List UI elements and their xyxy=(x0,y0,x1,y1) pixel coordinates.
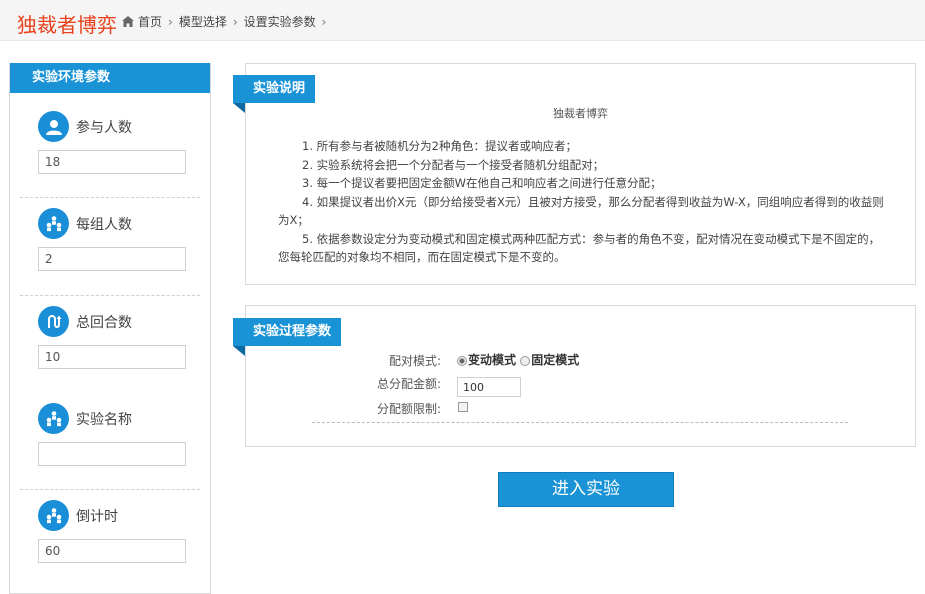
description-panel: 实验说明 独裁者博弈 1. 所有参与者被随机分为2种角色：提议者或响应者； 2.… xyxy=(233,63,916,285)
param-label: 总回合数 xyxy=(76,315,132,331)
description-tag: 实验说明 xyxy=(233,75,316,113)
param-label: 参与人数 xyxy=(76,120,132,136)
environment-params-panel: 实验环境参数 参与人数 每组人数 总回合数 实验名称 倒计时 xyxy=(9,63,211,594)
enter-experiment-button[interactable]: 进入实验 xyxy=(498,472,674,507)
countdown-input[interactable] xyxy=(38,539,186,563)
match-mode-options: 变动模式 固定模式 xyxy=(457,351,579,368)
home-icon xyxy=(122,16,134,27)
participants-input[interactable] xyxy=(38,150,186,174)
limit-label: 分配额限制: xyxy=(376,402,441,416)
match-mode-label: 配对模式: xyxy=(388,354,441,368)
description-lines: 1. 所有参与者被随机分为2种角色：提议者或响应者； 2. 实验系统将会把一个分… xyxy=(278,137,890,267)
divider xyxy=(20,489,200,490)
description-line: 3. 每一个提议者要把固定金额W在他自己和响应者之间进行任意分配； xyxy=(302,176,662,190)
rounds-icon xyxy=(38,306,69,337)
breadcrumb: 首页 › 模型选择 › 设置实验参数 › xyxy=(122,13,328,30)
variable-mode-label[interactable]: 变动模式 xyxy=(468,353,516,367)
total-amount-label: 总分配金额: xyxy=(376,377,441,391)
breadcrumb-set-params[interactable]: 设置实验参数 xyxy=(244,13,316,30)
app-title: 独裁者博弈 xyxy=(17,13,117,37)
radio-fixed-mode[interactable] xyxy=(520,355,531,366)
limit-checkbox[interactable] xyxy=(458,402,468,412)
chevron-right-icon: › xyxy=(232,14,238,29)
param-label: 实验名称 xyxy=(76,412,132,428)
description-line: 2. 实验系统将会把一个分配者与一个接受者随机分组配对； xyxy=(302,157,605,172)
radio-variable-mode[interactable] xyxy=(457,355,467,366)
person-icon xyxy=(38,111,69,142)
breadcrumb-model-select[interactable]: 模型选择 xyxy=(179,13,227,30)
experiment-name-input[interactable] xyxy=(38,442,186,466)
fixed-mode-label[interactable]: 固定模式 xyxy=(531,353,579,367)
description-line: 5. 依据参数设定分为变动模式和固定模式两种匹配方式：参与者的角色不变，配对情况… xyxy=(278,231,881,265)
environment-params-title: 实验环境参数 xyxy=(10,63,210,93)
divider xyxy=(20,197,200,198)
description-line: 1. 所有参与者被随机分为2种角色：提议者或响应者； xyxy=(302,139,577,153)
divider xyxy=(20,295,200,296)
chevron-right-icon: › xyxy=(321,14,327,29)
total-amount-input[interactable] xyxy=(457,377,521,397)
process-params-panel: 实验过程参数 配对模式: 变动模式 固定模式 总分配金额: 分配额限制: xyxy=(233,305,916,447)
process-tag: 实验过程参数 xyxy=(233,318,342,356)
description-line: 4. 如果提议者出价X元（即分给接受者X元）且被对方接受，那么分配者得到收益为W… xyxy=(278,194,884,228)
breadcrumb-home[interactable]: 首页 xyxy=(138,13,162,30)
group-icon xyxy=(38,403,69,434)
group-size-input[interactable] xyxy=(38,247,186,271)
param-label: 倒计时 xyxy=(76,509,118,525)
top-bar: 独裁者博弈 首页 › 模型选择 › 设置实验参数 › xyxy=(0,0,925,41)
divider xyxy=(312,422,848,423)
description-title: 独裁者博弈 xyxy=(553,107,608,120)
group-icon xyxy=(38,500,69,531)
param-label: 每组人数 xyxy=(76,217,132,233)
group-icon xyxy=(38,208,69,239)
total-rounds-input[interactable] xyxy=(38,345,186,369)
chevron-right-icon: › xyxy=(168,14,173,29)
